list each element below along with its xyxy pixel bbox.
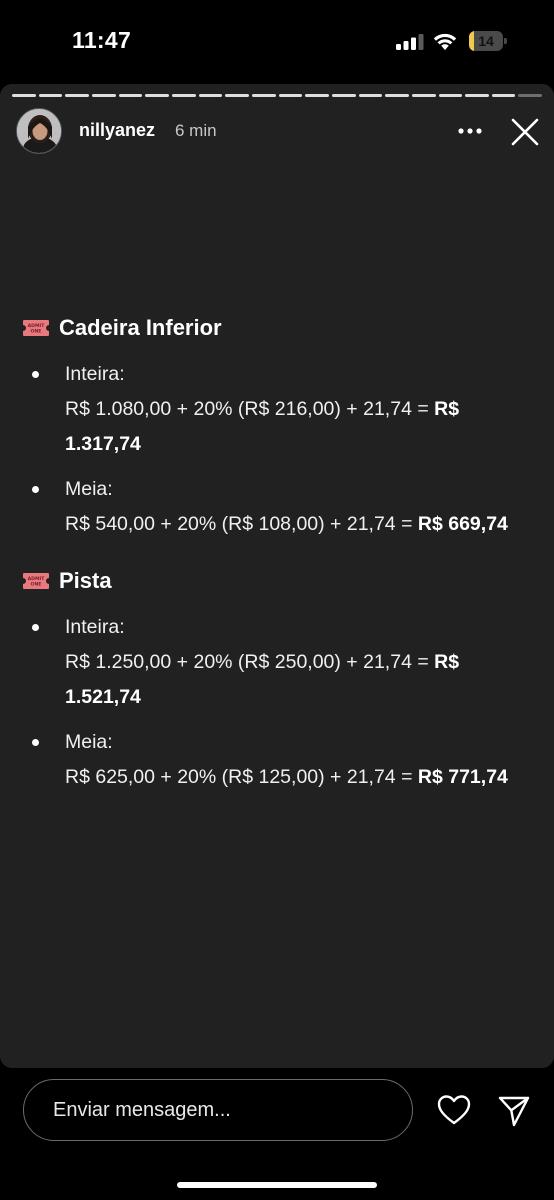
close-icon[interactable] [508,115,542,149]
svg-text:ONE: ONE [31,329,42,335]
price-formula: R$ 625,00 + 20% (R$ 125,00) + 21,74 = [65,766,418,788]
progress-segment [438,94,463,97]
price-section: ADMIT ONE Pista Inteira: R$ 1.250,00 + 20% (… [22,562,532,795]
send-icon[interactable] [497,1094,531,1128]
progress-segment [225,94,249,97]
story-header: nillyanez 6 min [0,106,554,158]
progress-segment [91,94,116,97]
price-formula: R$ 1.250,00 + 20% (R$ 250,00) + 21,74 = [65,651,435,673]
price-item: Inteira: R$ 1.080,00 + 20% (R$ 216,00) + … [22,357,532,462]
section-title: Cadeira Inferior [59,315,222,340]
progress-segment [38,94,63,97]
admit-one-ticket-icon: ADMIT ONE [22,572,50,590]
svg-text:ADMIT: ADMIT [28,323,46,329]
battery-indicator: 14 [469,31,507,51]
progress-segment [491,94,516,97]
progress-segment [465,94,489,97]
heart-icon[interactable] [437,1094,471,1126]
story-progress-bar [12,94,543,97]
battery-cap [504,38,507,44]
story-text-content: ADMIT ONE Cadeira Inferior Inteira: R$ 1.080… [22,309,532,815]
price-type-label: Meia: [65,478,113,500]
home-indicator [177,1182,377,1188]
message-input-placeholder: Enviar mensagem... [53,1099,231,1121]
progress-segment [518,94,543,97]
price-total: R$ 669,74 [417,513,508,535]
story-username[interactable]: nillyanez [79,120,155,141]
progress-segment [278,94,303,97]
progress-segment [411,94,436,97]
status-bar: 11:47 14 [0,0,554,82]
svg-text:ADMIT: ADMIT [28,576,46,582]
progress-segment [251,94,276,97]
bullet [32,739,39,746]
cellular-signal-icon [396,34,424,50]
more-horizontal-icon[interactable] [454,116,486,146]
progress-segment [145,94,169,97]
price-type-label: Meia: [65,731,113,753]
price-type-label: Inteira: [65,616,125,638]
price-formula: R$ 1.080,00 + 20% (R$ 216,00) + 21,74 = [65,398,435,420]
progress-segment [358,94,383,97]
price-formula: R$ 540,00 + 20% (R$ 108,00) + 21,74 = [65,513,418,535]
reply-bar: Enviar mensagem... [0,1070,554,1200]
battery-icon: 14 [469,31,503,51]
price-type-label: Inteira: [65,363,125,385]
section-title: Pista [59,568,112,593]
price-item: Meia: R$ 625,00 + 20% (R$ 125,00) + 21,74… [22,725,532,795]
price-total: R$ 771,74 [417,766,508,788]
section-header: ADMIT ONE Pista [22,562,532,600]
progress-segment [331,94,356,97]
section-header: ADMIT ONE Cadeira Inferior [22,309,532,347]
bullet [32,486,39,493]
progress-segment [305,94,329,97]
story-viewer[interactable]: nillyanez 6 min ADMIT ONE Cadeira Inferior… [0,84,554,1068]
price-section: ADMIT ONE Cadeira Inferior Inteira: R$ 1.080… [22,309,532,542]
price-item: Inteira: R$ 1.250,00 + 20% (R$ 250,00) + … [22,610,532,715]
avatar-image [17,109,61,153]
progress-segment [65,94,89,97]
progress-segment [118,94,143,97]
price-item: Meia: R$ 540,00 + 20% (R$ 108,00) + 21,74… [22,472,532,542]
story-time: 6 min [175,121,217,140]
progress-segment [198,94,223,97]
battery-level: 14 [478,33,494,49]
progress-segment [385,94,409,97]
progress-segment [12,94,36,97]
admit-one-ticket-icon: ADMIT ONE [22,319,50,337]
bullet [32,371,39,378]
message-input[interactable]: Enviar mensagem... [23,1079,413,1141]
status-time: 11:47 [72,27,132,53]
wifi-icon [433,33,457,50]
bullet [32,624,39,631]
avatar[interactable] [16,108,62,154]
progress-segment [171,94,196,97]
svg-text:ONE: ONE [31,582,42,588]
